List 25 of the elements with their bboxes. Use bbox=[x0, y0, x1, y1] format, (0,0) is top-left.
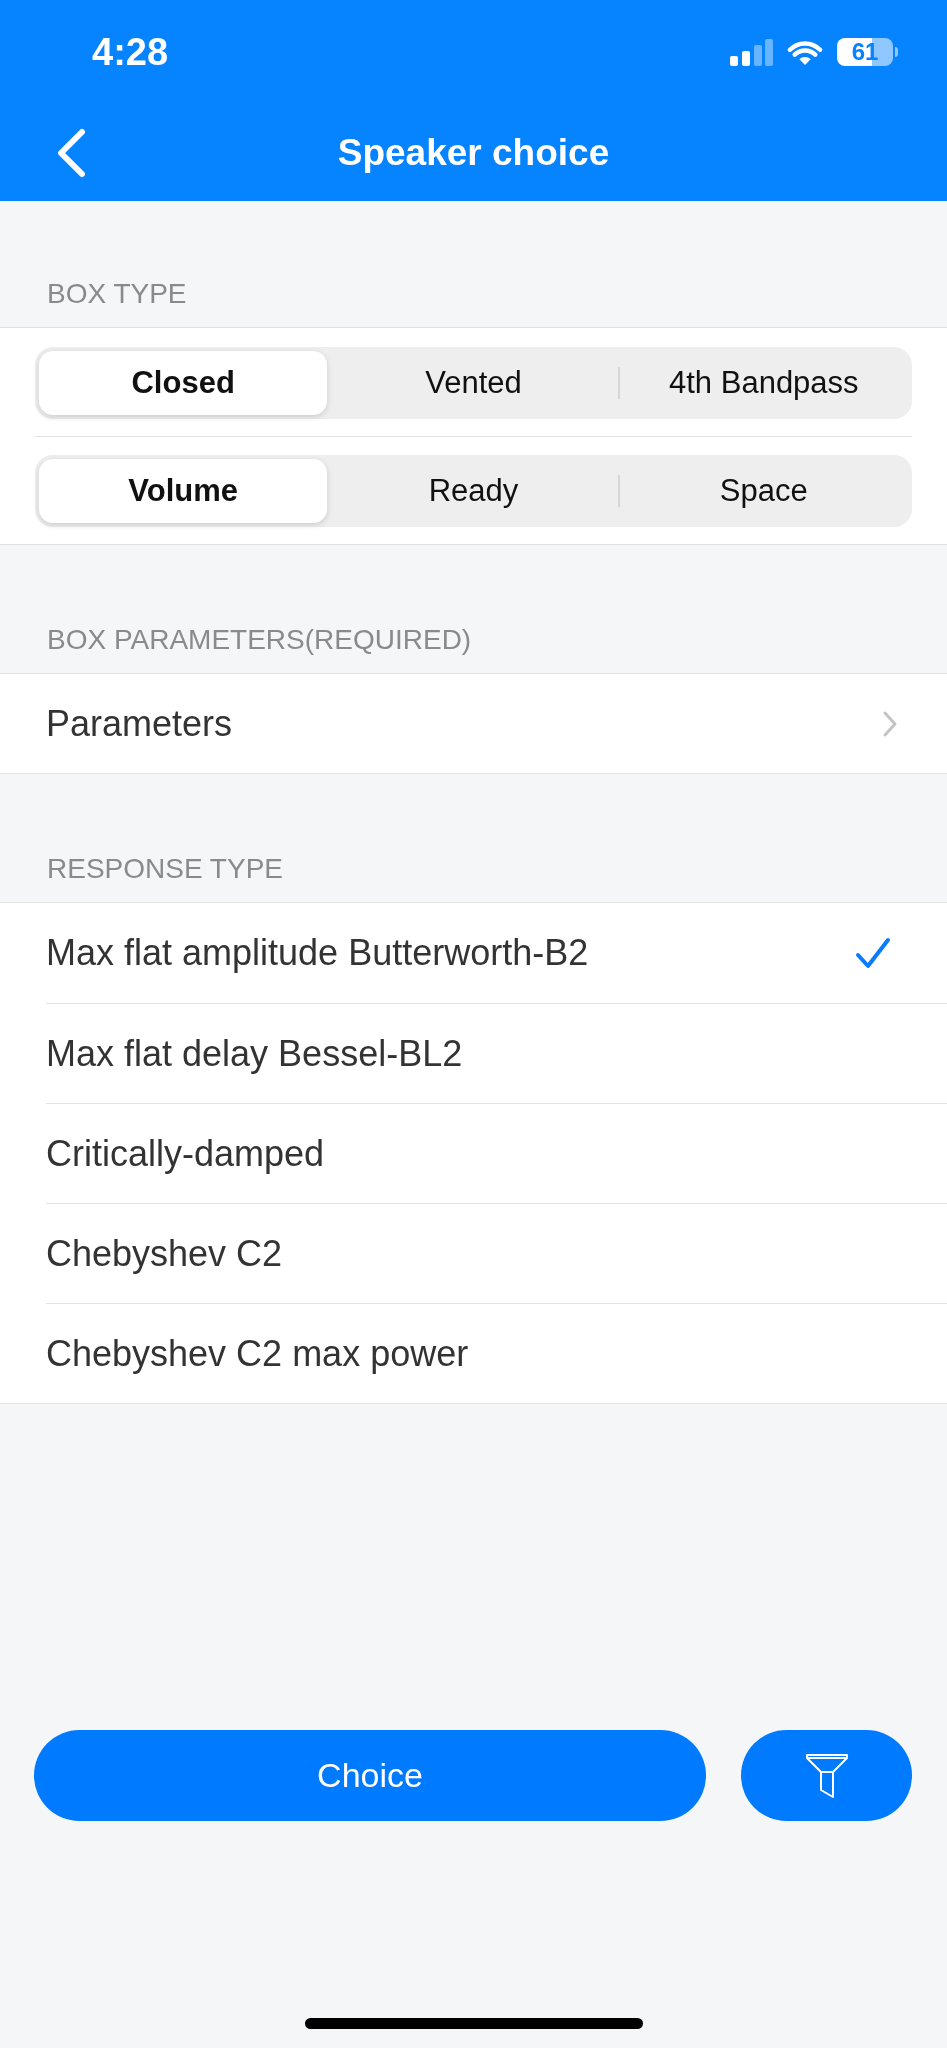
filter-icon bbox=[804, 1752, 849, 1799]
segment-option[interactable]: Volume bbox=[39, 459, 328, 523]
option-row[interactable]: Max flat delay Bessel-BL2 bbox=[46, 1003, 947, 1103]
list-row[interactable]: Parameters bbox=[0, 674, 947, 773]
back-icon[interactable] bbox=[56, 127, 86, 178]
section-header: BOX PARAMETERS(REQUIRED) bbox=[47, 623, 472, 657]
choice-button[interactable]: Choice bbox=[34, 1730, 706, 1821]
segment-option[interactable]: 4th Bandpass bbox=[619, 351, 908, 415]
navigation-title: Speaker choice bbox=[337, 130, 610, 175]
option-row[interactable]: Chebyshev C2 max power bbox=[46, 1303, 947, 1403]
segment-option[interactable]: Vented bbox=[329, 351, 618, 415]
section-header: BOX TYPE bbox=[47, 277, 187, 311]
battery-indicator: 61 bbox=[837, 38, 898, 66]
status-time: 4:28 bbox=[92, 30, 169, 74]
option-row[interactable]: Chebyshev C2 bbox=[46, 1203, 947, 1303]
wifi-icon bbox=[787, 38, 823, 66]
option-row[interactable]: Critically-damped bbox=[46, 1103, 947, 1203]
segment-option[interactable]: Closed bbox=[39, 351, 328, 415]
segment-option[interactable]: Ready bbox=[329, 459, 618, 523]
section-header: RESPONSE TYPE bbox=[47, 852, 283, 886]
checkmark-icon bbox=[855, 937, 891, 969]
signal-icon bbox=[730, 38, 773, 66]
segment-option[interactable]: Space bbox=[619, 459, 908, 523]
option-row[interactable]: Max flat amplitude Butterworth-B2 bbox=[46, 903, 947, 1003]
chevron-icon bbox=[882, 709, 898, 738]
